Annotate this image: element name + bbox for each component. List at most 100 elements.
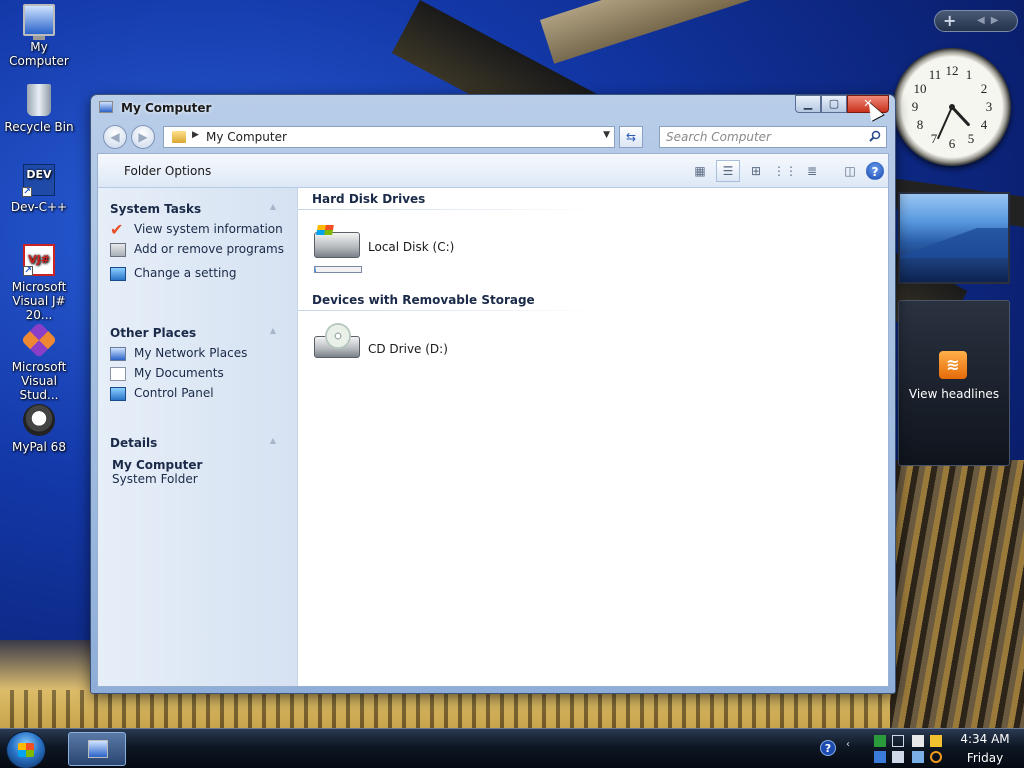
clock-face: 12 12 345 678 91011 <box>912 63 993 151</box>
svg-text:10: 10 <box>914 81 927 96</box>
collapse-icon[interactable]: ▲ <box>270 326 276 335</box>
my-network-places-link[interactable]: My Network Places <box>110 346 290 366</box>
system-tasks-header[interactable]: System Tasks ▲ <box>110 202 290 222</box>
help-icon[interactable]: ? <box>866 162 884 180</box>
details-section: Details ▲ My Computer System Folder <box>110 436 290 486</box>
link-label: Add or remove programs <box>134 242 284 256</box>
details-title: Details <box>110 436 158 450</box>
breadcrumb-arrow-icon[interactable]: ▶ <box>192 130 199 140</box>
search-icon[interactable] <box>869 130 881 142</box>
desktop-icon-recycle-bin[interactable]: Recycle Bin <box>0 84 78 134</box>
tray-app-icon[interactable] <box>930 735 942 747</box>
desktop-icon-mypal[interactable]: MyPal 68 <box>0 404 78 454</box>
drive-local-disk-c[interactable]: Local Disk (C:) <box>314 226 494 276</box>
other-places-header[interactable]: Other Places ▲ <box>110 326 290 346</box>
view-icons-icon[interactable]: ⊞ <box>744 160 768 182</box>
svg-text:2: 2 <box>981 81 988 96</box>
view-tiles-icon[interactable]: ☰ <box>716 160 740 182</box>
minimize-button[interactable]: ▁ <box>795 95 821 113</box>
breadcrumb-my-computer[interactable]: My Computer <box>206 130 287 144</box>
desktop-icon-label: Microsoft Visual J# 20... <box>11 280 67 322</box>
desktop-icon-my-computer[interactable]: My Computer <box>0 4 78 68</box>
my-documents-link[interactable]: My Documents <box>110 366 290 386</box>
shortcut-arrow-icon: ↗ <box>22 187 32 197</box>
details-header[interactable]: Details ▲ <box>110 436 290 456</box>
view-thumbnails-icon[interactable]: ▦ <box>688 160 712 182</box>
help-icon[interactable]: ? <box>820 740 836 756</box>
folder-options-button[interactable]: Folder Options <box>124 164 211 178</box>
network-status-icon[interactable] <box>874 735 886 747</box>
view-headlines-label[interactable]: View headlines <box>899 387 1009 401</box>
tray-icons <box>872 733 944 765</box>
system-tasks-title: System Tasks <box>110 202 202 216</box>
visual-jsharp-icon: VJ# ↗ <box>23 244 55 276</box>
svg-text:6: 6 <box>949 136 956 151</box>
svg-text:8: 8 <box>917 117 924 132</box>
clock-center-pin <box>949 104 955 110</box>
mypal-icon <box>23 404 55 436</box>
change-setting-link[interactable]: Change a setting <box>110 266 290 286</box>
refresh-button[interactable]: ⇆ <box>619 126 643 148</box>
forward-button[interactable]: ▶ <box>131 125 155 149</box>
svg-text:3: 3 <box>986 99 993 114</box>
collapse-icon[interactable]: ▲ <box>270 202 276 211</box>
desktop-icon-label: My Computer <box>9 40 69 68</box>
control-panel-link[interactable]: Control Panel <box>110 386 290 406</box>
add-gadget-button[interactable]: + <box>943 12 956 30</box>
start-button[interactable] <box>6 731 46 768</box>
clock-minute-hand <box>937 106 953 140</box>
file-list: Hard Disk Drives Local Disk (C:) Devices… <box>298 188 888 686</box>
back-button[interactable]: ◀ <box>103 125 127 149</box>
search-icon[interactable] <box>930 751 942 763</box>
clock-hour-hand <box>950 105 970 127</box>
desktop-icon-visual-studio[interactable]: Microsoft Visual Stud... <box>0 321 78 402</box>
link-label: My Documents <box>134 366 224 380</box>
disk-usage-fill <box>315 267 317 272</box>
view-list-icon[interactable]: ⋮⋮ <box>772 160 797 182</box>
show-hidden-icons-icon[interactable]: ‹ <box>846 739 850 750</box>
taskbar-button-my-computer[interactable] <box>68 732 126 766</box>
cd-drive-icon <box>314 323 360 358</box>
add-remove-programs-link[interactable]: Add or remove programs <box>110 242 290 262</box>
wallpaper-structure <box>890 460 1024 760</box>
feed-headlines-gadget[interactable]: ≋ View headlines <box>898 300 1010 466</box>
collapse-icon[interactable]: ▲ <box>270 436 276 445</box>
view-details-icon[interactable]: ≣ <box>800 160 824 182</box>
maximize-button[interactable]: ▢ <box>821 95 847 113</box>
language-icon[interactable] <box>892 751 904 763</box>
address-bar[interactable]: ▶ My Computer ▼ <box>163 126 615 148</box>
disk-usage-bar <box>314 266 362 273</box>
desktop-icon-dev-cpp[interactable]: DEV ↗ Dev-C++ <box>0 164 78 214</box>
tray-clock-time[interactable]: 4:34 AM <box>952 732 1018 746</box>
drive-cd-d[interactable]: CD Drive (D:) <box>314 323 494 374</box>
volume-icon[interactable] <box>912 751 924 763</box>
control-panel-icon <box>110 387 126 401</box>
display-icon[interactable] <box>892 735 904 747</box>
tray-clock-day[interactable]: Friday <box>952 751 1018 765</box>
programs-icon <box>110 243 126 257</box>
view-system-information-link[interactable]: ✔ View system information <box>110 222 290 242</box>
tray-app-icon[interactable] <box>912 735 924 747</box>
control-panel-icon <box>110 267 126 281</box>
window-titlebar[interactable]: My Computer ▁ ▢ ✕ <box>91 95 895 121</box>
other-places-title: Other Places <box>110 326 197 340</box>
drive-label: Local Disk (C:) <box>368 240 455 254</box>
link-label: Control Panel <box>134 386 214 400</box>
address-dropdown-icon[interactable]: ▼ <box>603 130 610 140</box>
preview-pane-icon[interactable]: ◫ <box>838 160 862 182</box>
wallpaper-stripes <box>0 690 1024 730</box>
tray-app-icon[interactable] <box>874 751 886 763</box>
clock-gadget[interactable]: 12 1 2 345 678 9 10 11 <box>893 48 1011 166</box>
desktop-icon-visual-jsharp[interactable]: VJ# ↗ Microsoft Visual J# 20... <box>0 244 78 322</box>
drive-label: CD Drive (D:) <box>368 342 448 356</box>
svg-text:7: 7 <box>931 131 938 146</box>
group-header-removable-storage[interactable]: Devices with Removable Storage <box>312 293 535 307</box>
network-icon <box>110 347 126 361</box>
svg-text:1: 1 <box>966 67 973 82</box>
slideshow-gadget[interactable] <box>898 192 1010 284</box>
group-header-hard-disk-drives[interactable]: Hard Disk Drives <box>312 192 425 206</box>
dev-cpp-icon: DEV ↗ <box>22 164 55 197</box>
search-input[interactable]: Search Computer <box>659 126 887 148</box>
gadget-nav-arrows[interactable]: ◀▶ <box>977 15 1004 26</box>
computer-icon <box>88 740 108 758</box>
